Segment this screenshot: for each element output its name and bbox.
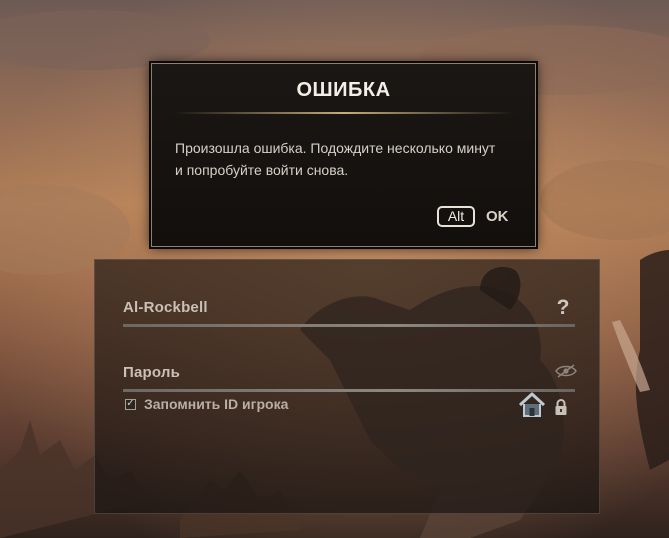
question-mark-icon[interactable]: ? <box>555 297 571 319</box>
eye-slash-icon[interactable] <box>555 364 577 378</box>
password-input[interactable]: Пароль <box>123 364 180 381</box>
dialog-title: ОШИБКА <box>296 79 391 101</box>
ok-button[interactable]: OK <box>486 207 509 227</box>
account-name-underline <box>123 324 575 327</box>
remember-id-checkbox[interactable]: ✓ <box>125 398 136 410</box>
title-divider <box>174 112 514 114</box>
remember-id-row[interactable]: ✓ Запомнить ID игрока <box>125 395 288 413</box>
error-message: Произошла ошибка. Подождите несколько ми… <box>175 140 496 178</box>
lock-icon <box>555 399 567 415</box>
remember-id-label: Запомнить ID игрока <box>144 396 289 412</box>
login-panel: Al-Rockbell ? Пароль ✓ Запомнить ID игро… <box>94 259 600 514</box>
home-icon[interactable] <box>517 390 547 420</box>
alt-key-hint: Alt <box>437 206 475 227</box>
error-dialog: ОШИБКА Произошла ошибка. Подождите неско… <box>151 63 536 247</box>
account-name-input[interactable]: Al-Rockbell <box>123 299 208 316</box>
password-underline <box>123 389 575 392</box>
